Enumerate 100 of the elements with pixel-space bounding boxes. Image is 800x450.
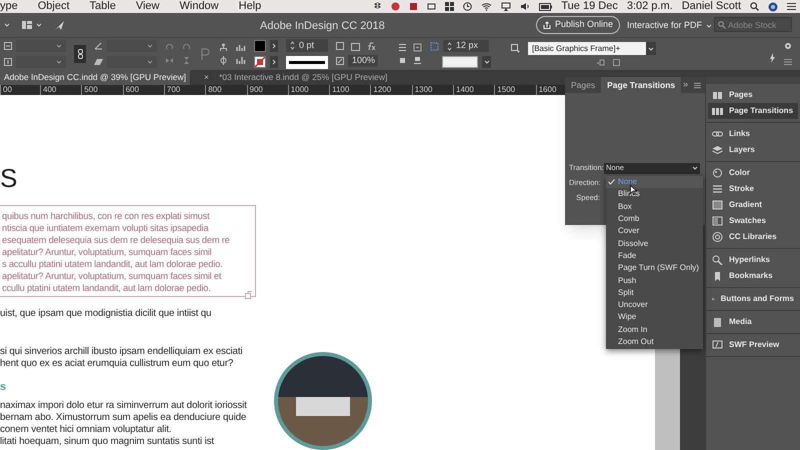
object-style-field[interactable]: [Basic Graphics Frame]+ xyxy=(528,42,646,55)
no-stroke-swatch-icon[interactable] xyxy=(254,56,266,68)
menu-item[interactable]: Table xyxy=(90,0,116,15)
input-field[interactable] xyxy=(107,40,157,52)
panel-dock-item[interactable]: Layers xyxy=(708,142,798,158)
dropdown-button[interactable] xyxy=(646,42,656,55)
stock-search-field[interactable]: Adobe Stock xyxy=(714,17,792,32)
menu-item[interactable]: ype xyxy=(0,0,18,15)
grid-icon[interactable] xyxy=(445,2,454,11)
clock-icon[interactable] xyxy=(463,2,472,11)
panel-menu-icon[interactable] xyxy=(694,82,701,88)
spacing-icon[interactable] xyxy=(430,42,439,50)
width-icon xyxy=(4,42,12,50)
window-icon[interactable] xyxy=(427,2,436,11)
fill-swatch[interactable] xyxy=(254,40,266,52)
bar-chart-icon[interactable] xyxy=(236,56,246,65)
panel-tab[interactable]: Page Transitions xyxy=(601,77,682,93)
crosshair-icon[interactable] xyxy=(219,56,228,65)
paper-plane-icon[interactable] xyxy=(54,20,65,30)
panel-dock-item[interactable]: Gradient xyxy=(708,197,798,213)
panel-dock-item[interactable]: Bookmarks xyxy=(708,268,798,284)
angle-icon xyxy=(94,42,103,50)
panel-dock-item[interactable]: CC Libraries xyxy=(708,229,798,245)
panel-tab[interactable]: Pages xyxy=(565,77,602,93)
panel-dock-item[interactable]: Hyperlinks xyxy=(708,252,798,268)
body-paragraph: si qui sinverios archill ibusto ipsam endelliquiam ex esciati hent quo ex es aciat erumquia cullistrum eum quo etur? xyxy=(0,346,242,370)
fx-icon[interactable] xyxy=(366,42,376,50)
frame-style-icon[interactable] xyxy=(511,44,520,53)
stroke-line-preview xyxy=(289,61,325,64)
panel-dock-item[interactable]: Links xyxy=(708,126,798,142)
panel-dock-item[interactable]: Stroke xyxy=(708,181,798,197)
lightning-icon[interactable] xyxy=(769,53,776,63)
menu-item[interactable]: View xyxy=(136,0,160,15)
menu-item[interactable]: Fade xyxy=(606,250,703,262)
menu-icon[interactable] xyxy=(787,2,796,11)
panel-dock-item[interactable]: Color xyxy=(708,165,798,181)
input-field[interactable] xyxy=(16,40,66,52)
display-icon[interactable] xyxy=(501,2,512,11)
date-text: Tue 19 Dec xyxy=(561,0,618,14)
speaker-icon[interactable] xyxy=(520,2,530,11)
menu-item[interactable]: Cover xyxy=(606,225,703,238)
menu-item[interactable]: Window xyxy=(180,0,219,15)
menu-item[interactable]: Help xyxy=(238,0,262,15)
menu-item[interactable]: Push xyxy=(606,274,703,287)
subheading-text: s xyxy=(0,380,6,395)
menu-item[interactable]: Zoom In xyxy=(606,324,703,336)
swatch-menu-button[interactable] xyxy=(270,56,278,68)
opacity-field[interactable]: 100% xyxy=(348,54,378,66)
publish-online-button[interactable]: Publish Online xyxy=(536,16,620,34)
panel-dock-item[interactable]: SWF Preview xyxy=(708,337,798,353)
battery-icon[interactable] xyxy=(539,2,552,10)
input-field[interactable] xyxy=(107,56,157,68)
settings-icon[interactable] xyxy=(784,42,792,50)
menu-item[interactable]: Comb xyxy=(606,212,703,226)
panel-dock-item[interactable]: Page Transitions xyxy=(708,103,798,119)
panel-dock-item[interactable]: Swatches xyxy=(708,213,798,229)
panel-dock-item[interactable]: Media xyxy=(708,314,798,330)
constrain-proportions-button[interactable] xyxy=(74,45,86,63)
clear-overrides-icon[interactable] xyxy=(596,59,605,66)
document-tab[interactable]: Adobe InDesign CC.indd @ 39% [GPU Preview] xyxy=(0,70,190,85)
expand-panel-button[interactable]: » xyxy=(681,77,690,93)
menu-item[interactable]: Box xyxy=(606,200,703,213)
caret-icon[interactable] xyxy=(36,22,42,28)
caret-icon[interactable] xyxy=(4,22,10,28)
hierarchy-icon[interactable] xyxy=(219,43,228,52)
checkmark-icon xyxy=(608,179,615,186)
wrap-icon[interactable] xyxy=(413,56,422,65)
user-name[interactable]: Daniel Scott xyxy=(682,0,741,15)
layout-icon[interactable] xyxy=(22,21,32,29)
caret-icon xyxy=(706,22,712,29)
panel-grip-bar[interactable] xyxy=(706,77,800,84)
panel-dock-item[interactable]: Buttons and Forms xyxy=(708,291,798,307)
menu-item[interactable]: Zoom Out xyxy=(606,336,703,348)
wifi-icon[interactable] xyxy=(481,2,492,11)
spacing-field[interactable]: 12 px xyxy=(443,40,489,52)
input-field[interactable] xyxy=(442,56,478,68)
lines-icon xyxy=(712,184,723,194)
close-button[interactable]: × xyxy=(204,71,209,84)
panel-dock-item[interactable]: Pages xyxy=(708,87,798,103)
input-field[interactable] xyxy=(16,56,66,68)
swatch-menu-button[interactable] xyxy=(270,40,278,52)
menu-item[interactable]: Dissolve xyxy=(606,237,703,250)
search-icon[interactable] xyxy=(750,2,759,11)
menu-item[interactable]: Wipe xyxy=(606,311,703,324)
dropdown-button[interactable] xyxy=(482,56,491,68)
bar-chart-icon[interactable] xyxy=(236,43,246,52)
align-text-icon[interactable] xyxy=(413,43,422,52)
menu-item[interactable]: Page Turn (SWF Only) xyxy=(606,262,703,274)
body-paragraph: naximax impori dolo etur ra siminverrum aut dolorit ioriossit bernam abo. Ximustorrum sum apelis ea denduciure quide conem ventet hici omniam voluptatur alit. xyxy=(0,400,247,436)
menu-item[interactable]: Object xyxy=(38,0,70,15)
menu-item[interactable]: Split xyxy=(606,286,703,299)
menu-item[interactable]: Uncover xyxy=(606,298,703,312)
align-text-icon[interactable] xyxy=(398,43,407,52)
caret-icon xyxy=(484,59,490,65)
stroke-type-dropdown[interactable] xyxy=(286,56,328,69)
edit-style-icon[interactable] xyxy=(613,59,622,66)
stroke-weight-field[interactable]: 0 pt xyxy=(286,39,328,52)
menu-item[interactable]: Blinds xyxy=(606,188,703,201)
wrap-icon[interactable] xyxy=(398,56,407,65)
workspace-dropdown[interactable]: Interactive for PDF xyxy=(627,19,712,32)
